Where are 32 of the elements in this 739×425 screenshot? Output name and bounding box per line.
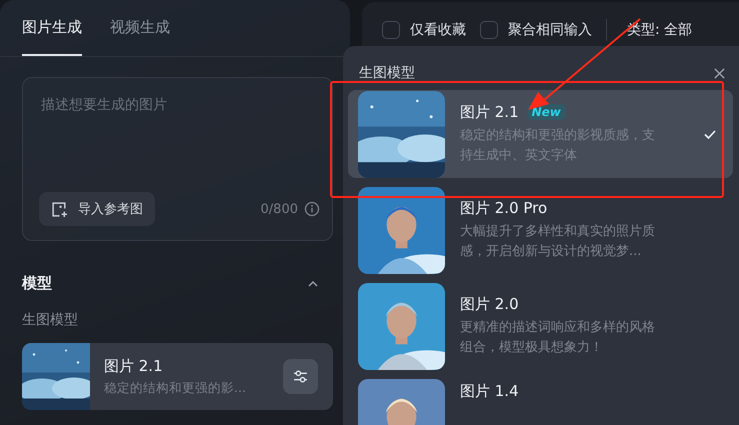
- character-counter: 0/800: [260, 202, 298, 216]
- checkbox-label: 仅看收藏: [410, 21, 466, 39]
- checkbox[interactable]: [480, 21, 498, 39]
- dropdown-title: 生图模型: [359, 64, 415, 82]
- checkbox-label: 聚合相同输入: [508, 21, 592, 39]
- model-card[interactable]: 图片 2.1 稳定的结构和更强的影...: [22, 343, 333, 410]
- tab[interactable]: 视频生成: [110, 0, 170, 56]
- model-name: 图片 2.1: [104, 356, 164, 376]
- checkbox[interactable]: [382, 21, 400, 39]
- model-description: 稳定的结构和更强的影...: [104, 380, 247, 396]
- model-description: 大幅提升了多样性和真实的照片质感，开启创新与设计的视觉梦...: [460, 222, 656, 260]
- model-option[interactable]: 图片 2.0 更精准的描述词响应和多样的风格组合，模型极具想象力！: [348, 282, 733, 370]
- model-name: 图片 2.0 Pro: [460, 198, 548, 218]
- tab[interactable]: 图片生成: [22, 0, 82, 56]
- model-option[interactable]: 图片 1.4: [348, 378, 733, 425]
- model-option[interactable]: 图片 2.1 New 稳定的结构和更强的影视质感，支持生成中、英文字体: [348, 90, 733, 178]
- model-name: 图片 1.4: [460, 382, 519, 401]
- sliders-icon: [292, 368, 309, 385]
- new-badge: New: [526, 104, 566, 120]
- info-icon[interactable]: [304, 201, 320, 217]
- upload-button[interactable]: 导入参考图: [39, 192, 155, 226]
- image-add-icon: [51, 200, 68, 218]
- section-title: 模型: [22, 274, 52, 293]
- settings-button[interactable]: [283, 359, 318, 394]
- model-name: 图片 2.1: [460, 102, 519, 122]
- model-description: 更精准的描述词响应和多样的风格组合，模型极具想象力！: [460, 318, 656, 356]
- model-option[interactable]: 图片 2.0 Pro 大幅提升了多样性和真实的照片质感，开启创新与设计的视觉梦...: [348, 186, 733, 274]
- prompt-field[interactable]: 描述想要生成的图片 导入参考图 0/800: [22, 77, 333, 241]
- model-description: 稳定的结构和更强的影视质感，支持生成中、英文字体: [460, 126, 656, 164]
- model-name: 图片 2.0: [460, 294, 519, 314]
- close-icon[interactable]: [713, 66, 726, 80]
- section-subtitle: 生图模型: [22, 311, 78, 329]
